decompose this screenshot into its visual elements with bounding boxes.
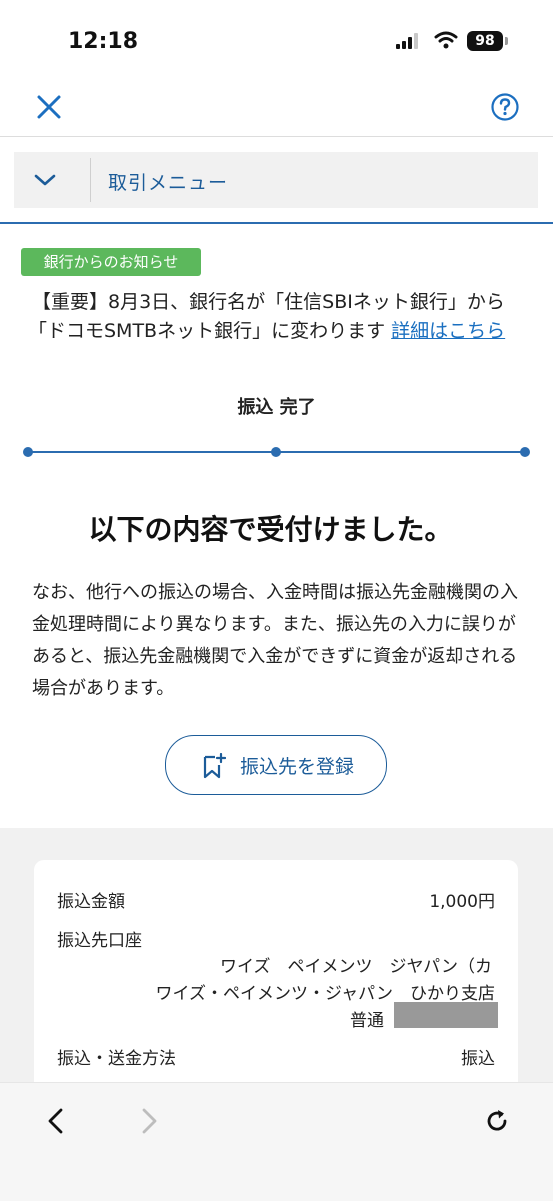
notice-details-link[interactable]: 詳細はこちら xyxy=(391,320,505,342)
close-icon[interactable] xyxy=(34,92,64,122)
divider-line xyxy=(0,222,553,224)
amount-label: 振込金額 xyxy=(57,892,125,912)
cellular-signal-icon xyxy=(396,33,418,49)
register-payee-label: 振込先を登録 xyxy=(240,756,355,778)
menu-divider xyxy=(90,158,91,202)
result-description: なお、他行への振込の場合、入金時間は振込先金融機関の入金処理時間により異なります… xyxy=(32,582,518,699)
browser-toolbar xyxy=(0,1082,553,1201)
step-title: 振込 完了 xyxy=(237,397,316,418)
transaction-menu-label: 取引メニュー xyxy=(108,172,229,194)
top-bar xyxy=(0,80,553,137)
bookmark-add-icon xyxy=(203,753,226,779)
notice-text: 「ドコモSMTBネット銀行」に変わります xyxy=(28,320,386,342)
account-type: 普通 xyxy=(350,1011,384,1031)
progress-stepper xyxy=(23,447,530,457)
step-dot-3 xyxy=(520,447,530,457)
register-payee-button[interactable]: 振込先を登録 xyxy=(165,735,387,795)
result-heading: 以下の内容で受付けました。 xyxy=(88,513,453,546)
help-icon[interactable] xyxy=(490,92,520,122)
amount-value: 1,000円 xyxy=(429,892,495,912)
back-icon[interactable] xyxy=(44,1107,68,1135)
notice-badge: 銀行からのお知らせ xyxy=(21,248,201,276)
step-dot-1 xyxy=(23,447,33,457)
transaction-menu-toggle[interactable]: 取引メニュー xyxy=(14,152,538,208)
method-value: 振込 xyxy=(461,1049,495,1069)
account-name-kana: ワイズ ペイメンツ ジヤパン（カ xyxy=(220,957,492,977)
chevron-down-icon xyxy=(34,174,56,186)
notice-text-line2: 「ドコモSMTBネット銀行」に変わります 詳細はこちら xyxy=(28,316,505,343)
battery-tip xyxy=(505,37,508,45)
battery-icon: 98 xyxy=(467,31,503,51)
status-bar: 12:18 98 xyxy=(0,0,553,80)
wifi-icon xyxy=(434,31,458,49)
forward-icon xyxy=(142,1108,157,1134)
notice-text-line1: 【重要】8月3日、銀行名が「住信SBIネット銀行」から xyxy=(32,291,505,313)
reload-icon[interactable] xyxy=(483,1107,511,1135)
account-label: 振込先口座 xyxy=(57,931,142,951)
step-dot-2 xyxy=(271,447,281,457)
masked-account-number xyxy=(394,1002,498,1028)
account-name: ワイズ・ペイメンツ・ジャパン ひかり支店 xyxy=(155,984,496,1004)
status-time: 12:18 xyxy=(68,29,139,54)
method-label: 振込・送金方法 xyxy=(57,1049,176,1069)
